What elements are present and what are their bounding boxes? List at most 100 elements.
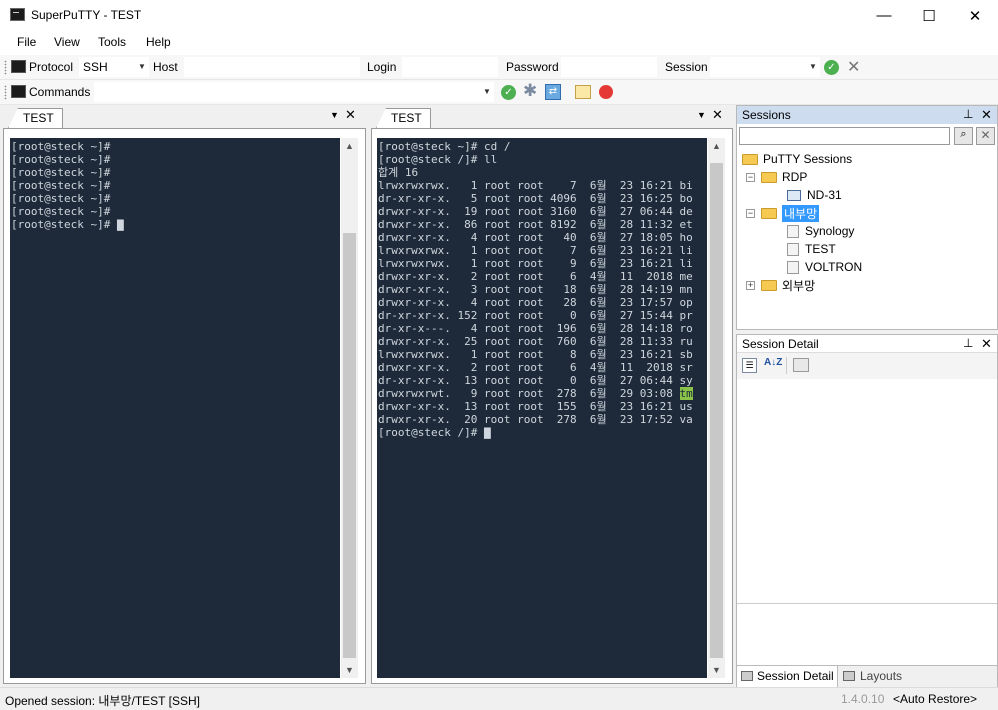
session-tree-item[interactable]: Synology: [787, 222, 854, 240]
connection-toolbar: Protocol SSH ▼ Host Login Password Sessi…: [0, 55, 998, 80]
toolbar-grip[interactable]: [4, 85, 7, 100]
tab-session-detail[interactable]: Session Detail: [737, 666, 838, 687]
close-button[interactable]: ✕: [952, 0, 998, 31]
menu-tools[interactable]: Tools: [98, 35, 126, 49]
folder-icon: [761, 207, 777, 219]
menu-help[interactable]: Help: [146, 35, 171, 49]
toolbar-grip[interactable]: [4, 60, 7, 75]
scroll-up-arrow-icon[interactable]: ▲: [341, 141, 358, 151]
connect-ok-icon[interactable]: ✓: [824, 60, 839, 75]
folder-icon: [761, 171, 777, 183]
highlighted-dir-name: tm: [679, 387, 693, 400]
close-icon[interactable]: ✕: [345, 107, 356, 123]
scroll-thumb[interactable]: [710, 163, 723, 658]
sessions-title: Sessions: [742, 108, 791, 122]
terminal-line: lrwxrwxrwx. 1 root root 8 6월 23 16:21 sb: [378, 348, 693, 361]
session-tree-item[interactable]: VOLTRON: [787, 258, 862, 276]
terminal-line: [root@steck /]# ll: [378, 153, 498, 166]
clear-search-icon[interactable]: ✕: [976, 127, 995, 145]
terminal-line: drwxr-xr-x. 25 root root 760 6월 28 11:33…: [378, 335, 693, 348]
maximize-button[interactable]: ☐: [906, 0, 952, 31]
minimize-button[interactable]: —: [861, 0, 907, 31]
send-command-icon[interactable]: ✓: [501, 85, 516, 100]
chevron-down-icon: ▼: [809, 62, 817, 71]
close-icon[interactable]: ✕: [981, 107, 992, 123]
gear-icon[interactable]: ✱: [523, 81, 537, 101]
send-to-all-icon[interactable]: ⇄: [545, 84, 561, 100]
auto-restore-text[interactable]: <Auto Restore>: [893, 692, 977, 706]
binoculars-icon[interactable]: ⌕: [954, 127, 973, 145]
terminal-line: drwxr-xr-x. 4 root root 40 6월 27 18:05 h…: [378, 231, 693, 244]
terminal-line: drwxrwxrwt. 9 root root 278 6월 29 03:08 …: [378, 387, 693, 400]
collapse-icon[interactable]: −: [746, 172, 755, 182]
session-tree-item[interactable]: − 내부망: [746, 204, 820, 222]
session-tree-item[interactable]: ND-31: [787, 186, 842, 204]
collapse-icon[interactable]: −: [746, 208, 755, 218]
pin-icon[interactable]: ⊥: [963, 336, 973, 350]
tab-session-detail-label: Session Detail: [757, 669, 834, 683]
terminal-tab[interactable]: TEST: [8, 108, 63, 128]
session-tree-item[interactable]: − RDP: [746, 168, 807, 186]
close-icon[interactable]: ✕: [712, 107, 723, 123]
property-pages-icon[interactable]: [793, 358, 809, 372]
scroll-thumb[interactable]: [343, 233, 356, 658]
vertical-scrollbar[interactable]: ▲ ▼: [341, 138, 358, 678]
terminal-line: [root@steck ~]# ▇: [11, 218, 124, 231]
terminal-line: [root@steck ~]#: [11, 179, 111, 192]
session-tree-item[interactable]: PuTTY Sessions: [742, 150, 852, 168]
menu-file[interactable]: File: [17, 35, 36, 49]
sort-alpha-icon[interactable]: A↓Z: [764, 357, 782, 368]
terminal-tab[interactable]: TEST: [376, 108, 431, 128]
session-tree-label: TEST: [805, 242, 836, 256]
scroll-down-arrow-icon[interactable]: ▼: [341, 665, 358, 675]
sessions-panel-header: Sessions ⊥ ✕: [737, 106, 997, 124]
session-tree-label: Synology: [805, 224, 855, 238]
terminal-line: 합계 16: [378, 166, 419, 179]
terminal-line: drwxr-xr-x. 86 root root 8192 6월 28 11:3…: [378, 218, 693, 231]
session-tree-item[interactable]: + 외부망: [746, 276, 815, 294]
session-tree-label: VOLTRON: [805, 260, 863, 274]
scroll-down-arrow-icon[interactable]: ▼: [708, 665, 725, 675]
protocol-select[interactable]: SSH ▼: [79, 57, 149, 77]
expand-icon[interactable]: +: [746, 280, 755, 290]
tab-layouts[interactable]: Layouts: [840, 666, 920, 687]
menu-bar: File View Tools Help: [0, 31, 998, 55]
terminal-line: [root@steck ~]#: [11, 205, 111, 218]
password-input[interactable]: [561, 57, 657, 77]
terminal-line: [root@steck ~]#: [11, 192, 111, 205]
close-icon[interactable]: ✕: [981, 336, 992, 352]
terminal-line: drwxr-xr-x. 2 root root 6 4월 11 2018 sr: [378, 361, 693, 374]
terminal-screen[interactable]: [root@steck ~]# cd / [root@steck /]# ll 합계…: [377, 138, 707, 678]
categorized-icon[interactable]: ☰: [742, 358, 757, 373]
session-select[interactable]: ▼: [710, 57, 820, 77]
detail-toolbar: ☰ A↓Z: [737, 353, 997, 379]
commands-input[interactable]: ▼: [94, 82, 494, 102]
clear-x-icon[interactable]: ✕: [847, 57, 860, 77]
folder-icon: [761, 279, 777, 291]
pin-icon[interactable]: ⊥: [963, 107, 973, 121]
edit-icon[interactable]: [575, 85, 591, 99]
terminal-line: dr-xr-xr-x. 5 root root 4096 6월 23 16:25…: [378, 192, 693, 205]
window-title: SuperPuTTY - TEST: [31, 8, 142, 22]
chevron-down-icon[interactable]: ▼: [697, 110, 706, 120]
terminal-line: lrwxrwxrwx. 1 root root 7 6월 23 16:21 bi: [378, 179, 693, 192]
record-icon[interactable]: [599, 85, 613, 99]
status-text: Opened session: 내부망/TEST [SSH]: [5, 694, 200, 708]
terminal-line: [root@steck ~]#: [11, 140, 111, 153]
panel-divider: [737, 603, 997, 604]
folder-icon: [742, 153, 758, 165]
commands-label: Commands: [29, 85, 91, 99]
scroll-up-arrow-icon[interactable]: ▲: [708, 141, 725, 151]
terminal-screen[interactable]: [root@steck ~]# [root@steck ~]# [root@stec…: [10, 138, 340, 678]
vertical-scrollbar[interactable]: ▲ ▼: [708, 138, 725, 678]
title-bar: SuperPuTTY - TEST — ☐ ✕: [0, 0, 998, 31]
session-detail-header: Session Detail ⊥ ✕: [737, 335, 997, 353]
chevron-down-icon[interactable]: ▼: [330, 110, 339, 120]
version-text: 1.4.0.10: [841, 692, 885, 706]
host-input[interactable]: [184, 57, 360, 77]
session-tree-item[interactable]: TEST: [787, 240, 836, 258]
menu-view[interactable]: View: [54, 35, 80, 49]
login-input[interactable]: [402, 57, 498, 77]
session-search-input[interactable]: [739, 127, 950, 145]
session-icon: [787, 242, 799, 256]
